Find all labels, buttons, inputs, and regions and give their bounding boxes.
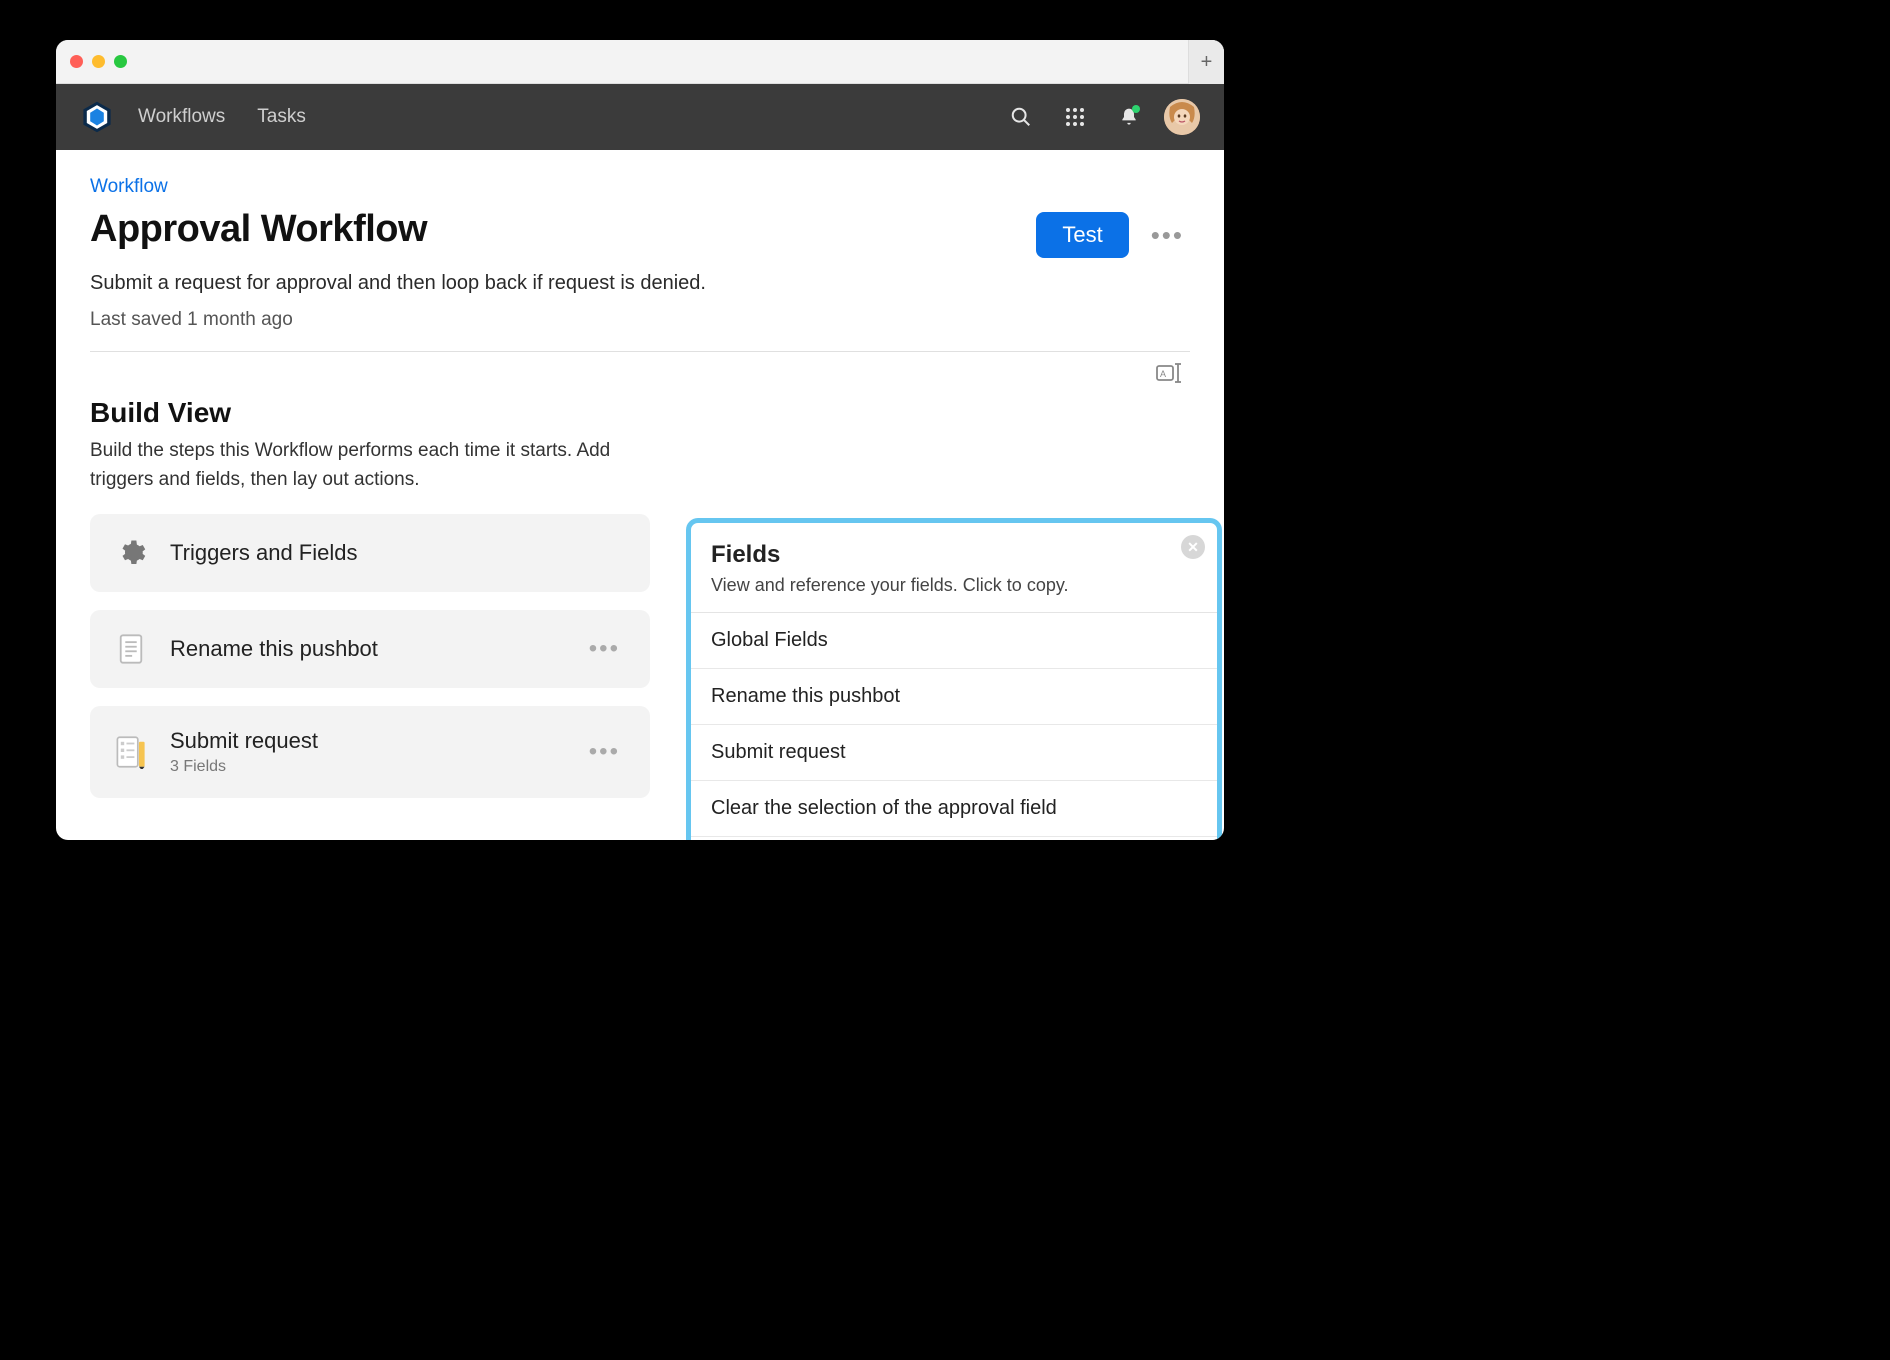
topbar: Workflows Tasks	[56, 84, 1224, 150]
last-saved: Last saved 1 month ago	[90, 309, 1190, 331]
field-item-rename-pushbot[interactable]: Rename this pushbot	[691, 669, 1217, 725]
svg-text:A: A	[1160, 369, 1166, 379]
content-area: Workflow Approval Workflow Test ••• Subm…	[56, 150, 1224, 840]
card-rename-pushbot[interactable]: Rename this pushbot •••	[90, 610, 650, 688]
field-item-clear-approval[interactable]: Clear the selection of the approval fiel…	[691, 781, 1217, 837]
fields-panel: Fields View and reference your fields. C…	[686, 518, 1222, 840]
app-window: + Workflows Tasks	[56, 40, 1224, 840]
field-item-submit-request[interactable]: Submit request	[691, 725, 1217, 781]
test-button[interactable]: Test	[1036, 212, 1128, 258]
fields-panel-subtitle: View and reference your fields. Click to…	[711, 575, 1197, 596]
apps-grid-icon[interactable]	[1056, 98, 1094, 136]
build-view-hint: Build the steps this Workflow performs e…	[90, 437, 650, 494]
fields-panel-title: Fields	[711, 541, 1197, 569]
notification-badge	[1132, 105, 1140, 113]
build-view-title: Build View	[90, 397, 1190, 429]
search-icon[interactable]	[1002, 98, 1040, 136]
gear-icon	[114, 536, 148, 570]
card-subtext: 3 Fields	[170, 758, 561, 776]
page-title: Approval Workflow	[90, 208, 427, 251]
breadcrumb[interactable]: Workflow	[90, 176, 1190, 198]
field-item-approve-request[interactable]: Approve request	[691, 837, 1217, 840]
maximize-window-button[interactable]	[114, 55, 127, 68]
card-triggers-and-fields[interactable]: Triggers and Fields	[90, 514, 650, 592]
nav-tasks[interactable]: Tasks	[249, 100, 314, 134]
page-more-menu-icon[interactable]: •••	[1145, 216, 1190, 255]
traffic-lights	[70, 55, 127, 68]
new-tab-button[interactable]: +	[1188, 40, 1224, 84]
card-label: Submit request	[170, 728, 561, 754]
card-label: Rename this pushbot	[170, 636, 561, 662]
close-icon[interactable]: ✕	[1181, 535, 1205, 559]
app-logo-icon[interactable]	[80, 100, 114, 134]
form-icon	[114, 735, 148, 769]
field-item-global-fields[interactable]: Global Fields	[691, 613, 1217, 669]
card-label: Triggers and Fields	[170, 540, 626, 566]
avatar[interactable]	[1164, 99, 1200, 135]
close-window-button[interactable]	[70, 55, 83, 68]
card-more-icon[interactable]: •••	[583, 633, 626, 665]
nav-workflows[interactable]: Workflows	[130, 100, 233, 134]
notifications-icon[interactable]	[1110, 98, 1148, 136]
page-description: Submit a request for approval and then l…	[90, 272, 1190, 295]
minimize-window-button[interactable]	[92, 55, 105, 68]
card-more-icon[interactable]: •••	[583, 736, 626, 768]
card-submit-request[interactable]: Submit request 3 Fields •••	[90, 706, 650, 798]
text-field-tool-icon[interactable]: A	[1152, 358, 1190, 393]
window-titlebar: +	[56, 40, 1224, 84]
document-icon	[114, 632, 148, 666]
